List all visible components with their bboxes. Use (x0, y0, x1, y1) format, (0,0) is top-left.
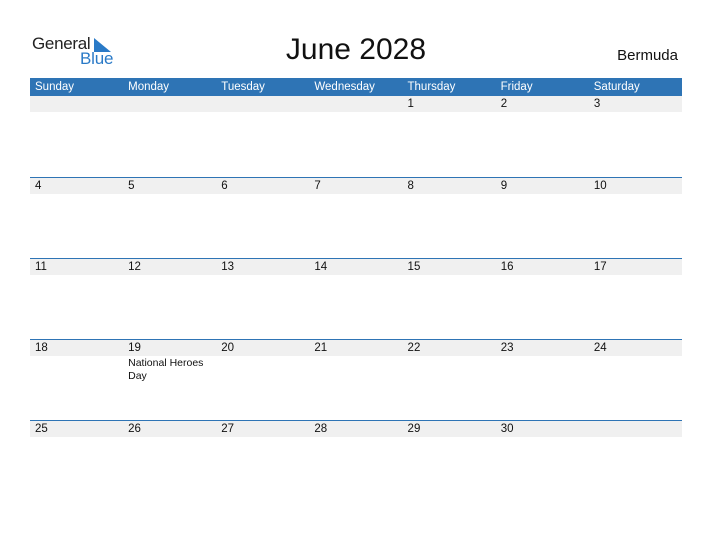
day-number: 25 (35, 423, 48, 435)
day-number: 6 (221, 180, 228, 192)
weekday-header: Sunday Monday Tuesday Wednesday Thursday… (30, 78, 682, 96)
day-number: 20 (221, 342, 235, 354)
page-title: June 2028 (285, 33, 427, 66)
day-number: 30 (500, 423, 514, 435)
day-number: 15 (407, 261, 421, 273)
day-cell: 10 (589, 178, 682, 259)
day-number: 3 (593, 98, 601, 110)
day-number: 21 (314, 342, 328, 354)
day-number: 24 (593, 342, 607, 354)
day-number: 4 (35, 180, 42, 192)
day-cell: 12 (123, 259, 216, 340)
weekday-wednesday: Wednesday (314, 81, 375, 93)
day-number: 18 (35, 342, 48, 354)
day-cell: 3 (589, 96, 682, 177)
day-cell: 29 (403, 421, 496, 502)
weekday-tuesday: Tuesday (221, 81, 265, 93)
day-cell: 14 (309, 259, 402, 340)
day-cell: 17 (589, 259, 682, 340)
day-cell: 27 (216, 421, 309, 502)
weekday-thursday: Thursday (407, 81, 456, 93)
day-cell: 23 (496, 340, 589, 421)
week-row: 1 2 3 (30, 96, 682, 177)
weekday-sunday: Sunday (35, 81, 75, 93)
day-cell: 9 (496, 178, 589, 259)
day-cell (589, 421, 682, 502)
country-label: Bermuda (617, 47, 678, 64)
day-cell: 6 (216, 178, 309, 259)
day-cell: 7 (309, 178, 402, 259)
day-number: 7 (314, 180, 321, 192)
day-cell: 18 (30, 340, 123, 421)
weekday-saturday: Saturday (593, 81, 640, 93)
day-cell: 2 (496, 96, 589, 177)
day-number: 10 (593, 180, 607, 192)
day-cell (309, 96, 402, 177)
day-cell: 22 (403, 340, 496, 421)
day-number: 2 (500, 98, 508, 110)
week-row: 25 26 27 28 29 30 (30, 420, 682, 502)
day-cell: 4 (30, 178, 123, 259)
day-number: 13 (221, 261, 235, 273)
day-number: 11 (35, 261, 47, 273)
day-number: 12 (128, 261, 141, 273)
day-cell: 26 (123, 421, 216, 502)
day-cell: 20 (216, 340, 309, 421)
day-cell: 15 (403, 259, 496, 340)
day-cell: 21 (309, 340, 402, 421)
day-cell: 8 (403, 178, 496, 259)
day-number: 27 (221, 423, 235, 435)
day-cell: 16 (496, 259, 589, 340)
day-cell (30, 96, 123, 177)
weekday-friday: Friday (500, 81, 533, 93)
day-number: 22 (407, 342, 421, 354)
day-number: 8 (407, 180, 414, 192)
day-cell (216, 96, 309, 177)
day-number: 19 (128, 342, 141, 354)
week-row: 11 12 13 14 15 16 17 (30, 258, 682, 340)
day-number: 14 (314, 261, 328, 273)
day-number: 16 (500, 261, 514, 273)
day-cell: 5 (123, 178, 216, 259)
holiday-event: National Heroes Day (128, 357, 204, 382)
day-number: 1 (407, 98, 414, 110)
day-cell: 25 (30, 421, 123, 502)
day-cell: 24 (589, 340, 682, 421)
day-cell: 11 (30, 259, 123, 340)
day-number: 26 (128, 423, 141, 435)
day-number: 28 (314, 423, 328, 435)
day-number: 9 (500, 180, 508, 192)
day-number: 17 (593, 261, 607, 273)
day-cell: 1 (403, 96, 496, 177)
day-cell (123, 96, 216, 177)
day-cell: 19 National Heroes Day (123, 340, 216, 421)
day-cell: 13 (216, 259, 309, 340)
day-cell: 30 (496, 421, 589, 502)
week-row: 4 5 6 7 8 9 10 (30, 177, 682, 259)
day-number: 23 (500, 342, 514, 354)
day-cell: 28 (309, 421, 402, 502)
day-number: 5 (128, 180, 135, 192)
weekday-monday: Monday (128, 81, 170, 93)
week-row: 18 19 National Heroes Day 20 21 22 23 24 (30, 339, 682, 421)
day-number: 29 (407, 423, 421, 435)
